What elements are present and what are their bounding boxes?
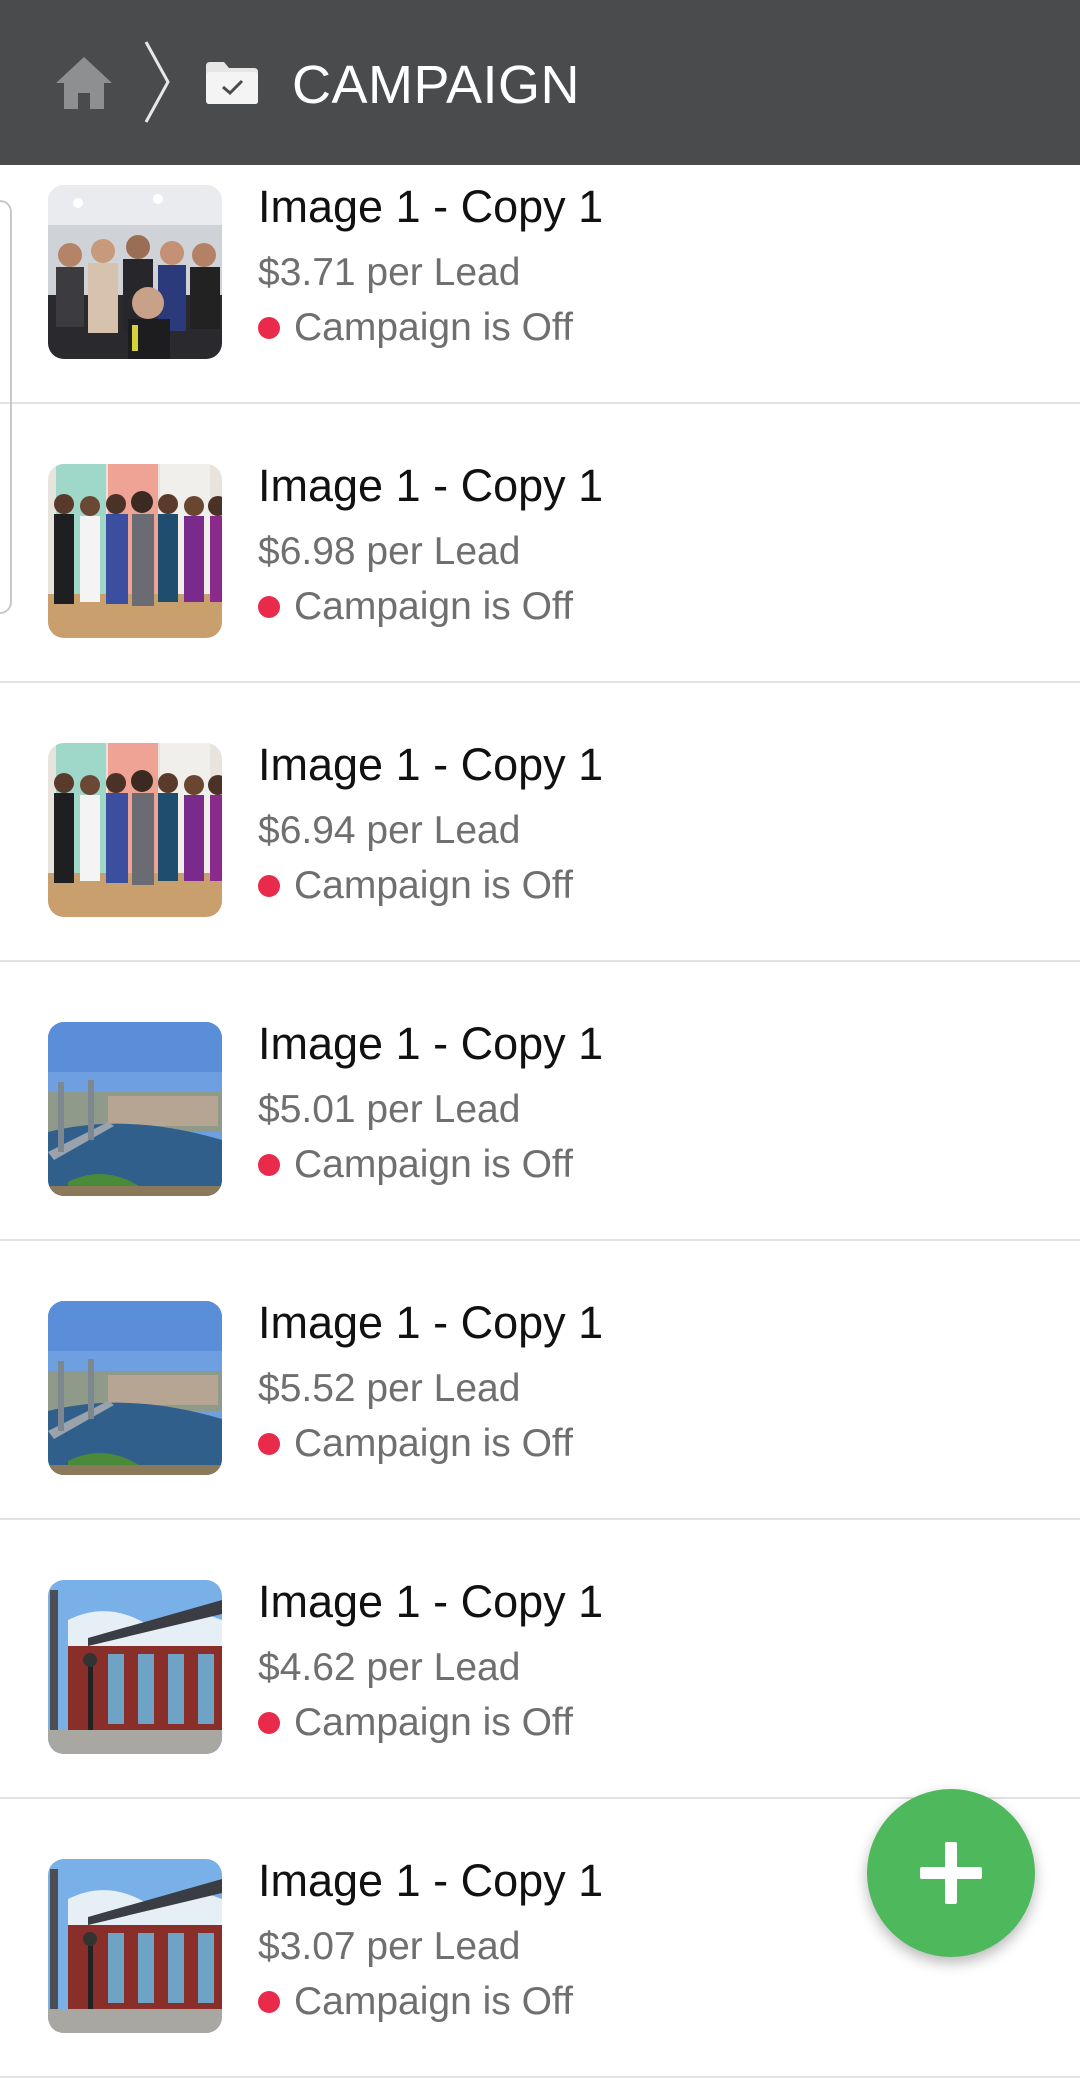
cost-per-lead: $3.71 per Lead [258,251,521,294]
campaign-row[interactable]: Image 1 - Copy 1 $6.98 per Lead Campaign… [0,404,1080,683]
campaign-row[interactable]: Image 1 - Copy 1 $4.62 per Lead Campaign… [0,1520,1080,1799]
home-icon[interactable] [54,55,114,111]
cost-per-lead: $3.07 per Lead [258,1925,521,1968]
status-indicator: Campaign is Off [258,1140,573,1190]
status-text: Campaign is Off [294,585,573,628]
campaign-thumbnail [48,1301,222,1475]
plus-icon [920,1842,982,1904]
campaign-name: Image 1 - Copy 1 [258,1018,604,1069]
campaign-thumbnail [48,743,222,917]
status-dot-icon [258,1433,280,1455]
campaign-list: Image 1 - Copy 1 $3.71 per Lead Campaign… [0,125,1080,2078]
status-text: Campaign is Off [294,1701,573,1744]
status-text: Campaign is Off [294,1422,573,1465]
cost-per-lead: $6.98 per Lead [258,530,521,573]
status-dot-icon [258,1991,280,2013]
status-indicator: Campaign is Off [258,1977,573,2027]
campaign-thumbnail [48,1580,222,1754]
campaign-row[interactable]: Image 1 - Copy 1 $5.01 per Lead Campaign… [0,962,1080,1241]
status-text: Campaign is Off [294,306,573,349]
campaign-name: Image 1 - Copy 1 [258,1855,604,1906]
status-dot-icon [258,875,280,897]
status-indicator: Campaign is Off [258,582,573,632]
status-text: Campaign is Off [294,1980,573,2023]
cost-per-lead: $4.62 per Lead [258,1646,521,1689]
cost-per-lead: $5.01 per Lead [258,1088,521,1131]
status-indicator: Campaign is Off [258,303,573,353]
campaign-name: Image 1 - Copy 1 [258,181,604,232]
campaign-name: Image 1 - Copy 1 [258,1576,604,1627]
folder-check-icon[interactable] [204,58,260,106]
cost-per-lead: $6.94 per Lead [258,809,521,852]
page-title: CAMPAIGN [292,55,581,115]
campaign-name: Image 1 - Copy 1 [258,460,604,511]
drawer-edge-handle[interactable] [0,200,12,614]
campaign-row[interactable]: Image 1 - Copy 1 $3.71 per Lead Campaign… [0,125,1080,404]
add-campaign-button[interactable] [867,1789,1035,1957]
app-header: CAMPAIGN [0,0,1080,165]
status-text: Campaign is Off [294,1143,573,1186]
status-indicator: Campaign is Off [258,861,573,911]
campaign-row[interactable]: Image 1 - Copy 1 $5.52 per Lead Campaign… [0,1241,1080,1520]
chevron-right-icon [144,41,170,123]
cost-per-lead: $5.52 per Lead [258,1367,521,1410]
campaign-thumbnail [48,1859,222,2033]
campaign-name: Image 1 - Copy 1 [258,739,604,790]
status-dot-icon [258,1712,280,1734]
status-indicator: Campaign is Off [258,1419,573,1469]
status-indicator: Campaign is Off [258,1698,573,1748]
campaign-thumbnail [48,464,222,638]
campaign-row[interactable]: Image 1 - Copy 1 $6.94 per Lead Campaign… [0,683,1080,962]
campaign-name: Image 1 - Copy 1 [258,1297,604,1348]
status-text: Campaign is Off [294,864,573,907]
status-dot-icon [258,596,280,618]
status-dot-icon [258,317,280,339]
campaign-thumbnail [48,1022,222,1196]
campaign-thumbnail [48,185,222,359]
status-dot-icon [258,1154,280,1176]
